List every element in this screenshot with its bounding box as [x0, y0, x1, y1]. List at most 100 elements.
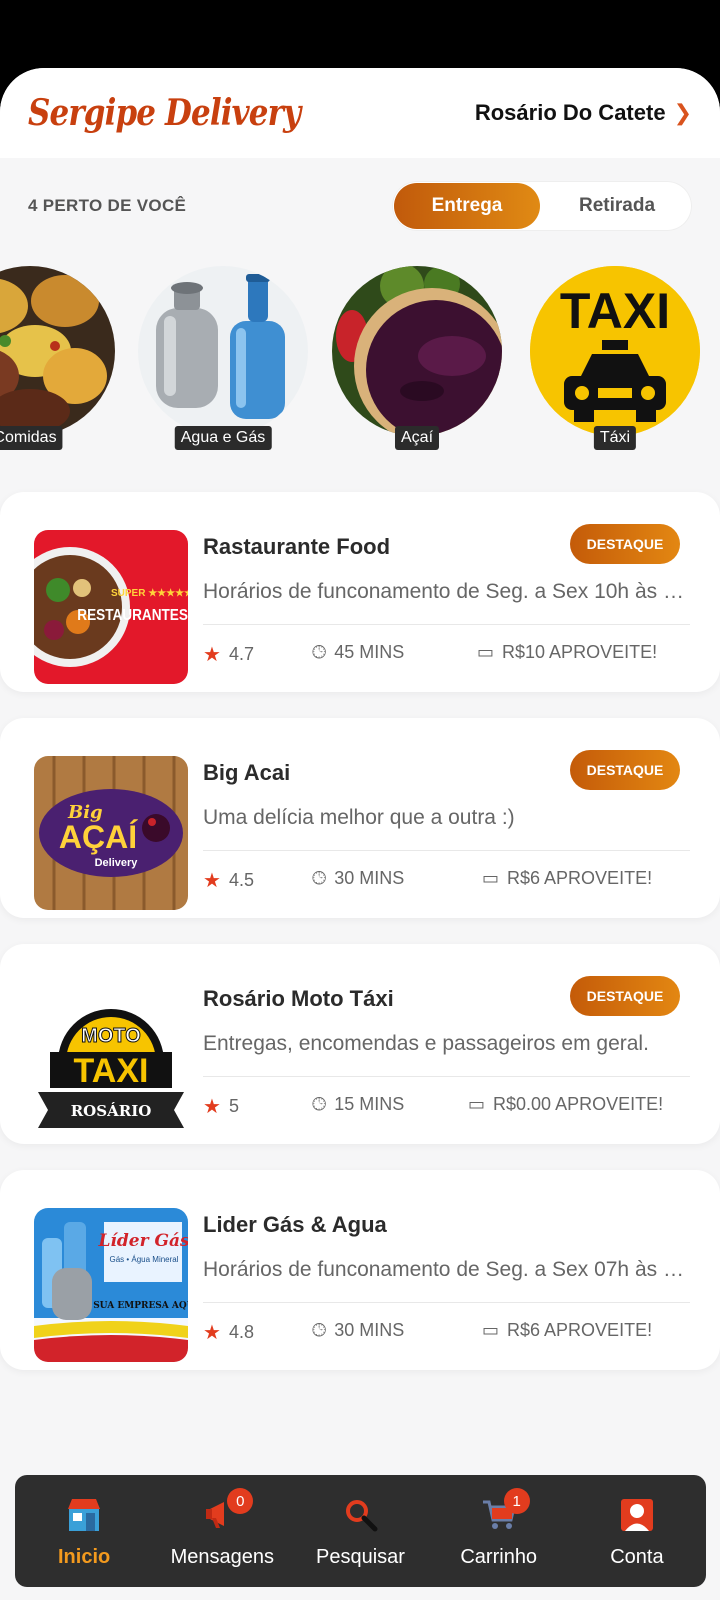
category-label: Agua e Gás: [174, 426, 272, 450]
store-promo: ▭ R$6 APROVEITE!: [482, 868, 652, 889]
featured-badge: DESTAQUE: [570, 750, 680, 790]
thumb-delivery: Delivery: [95, 857, 139, 869]
search-icon: [342, 1496, 380, 1534]
city-label: Rosário Do Catete: [474, 100, 666, 125]
store-description: Uma delícia melhor que a outra :): [203, 806, 515, 829]
category-acai[interactable]: Açaí: [332, 266, 502, 450]
store-name: Lider Gás & Agua: [203, 1212, 387, 1237]
thumb-lider: Líder Gás: [97, 1231, 188, 1251]
category-label: Táxi: [593, 426, 637, 450]
top-bar: Sergipe Delivery Rosário Do Catete ❯: [0, 68, 720, 158]
store-card[interactable]: MOTO TAXI ROSÁRIO Rosário Moto Táxi DEST…: [0, 944, 720, 1144]
category-taxi[interactable]: TAXI Táxi: [530, 266, 700, 450]
thumb-super: SUPER ★★★★★: [111, 588, 188, 599]
wallet-icon: ▭: [482, 1320, 500, 1340]
acai-image: [332, 266, 502, 436]
thumb-acai: AÇAÍ: [59, 819, 138, 855]
wallet-icon: ▭: [468, 1094, 486, 1114]
nav-mensagens[interactable]: 0 Mensagens: [153, 1475, 291, 1587]
store-promo: ▭ R$6 APROVEITE!: [482, 1320, 652, 1341]
store-time: 🕒︎ 30 MINS: [312, 1320, 404, 1341]
nav-label: Mensagens: [170, 1546, 274, 1568]
store-logo: MOTO TAXI ROSÁRIO: [34, 982, 188, 1136]
store-time: 🕒︎ 45 MINS: [312, 642, 404, 663]
thumb-taxi: TAXI: [74, 1052, 149, 1090]
rating-value: 5: [228, 1096, 239, 1116]
star-icon: ★: [203, 644, 221, 666]
store-description: Horários de funconamento de Seg. a Sex 1…: [203, 580, 689, 603]
rating-value: 4.5: [228, 870, 254, 890]
store-description: Horários de funconamento de Seg. a Sex 0…: [203, 1258, 689, 1281]
store-card[interactable]: Líder Gás Gás • Água Mineral SUA EMPRESA…: [0, 1170, 720, 1370]
store-name: Big Acai: [203, 760, 291, 785]
clock-icon: 🕒︎: [312, 868, 327, 888]
category-label: Comidas: [0, 426, 63, 450]
featured-badge: DESTAQUE: [570, 524, 680, 564]
notification-badge: 0: [227, 1488, 254, 1514]
nearby-count: 4 PERTO DE VOCÊ: [28, 196, 187, 215]
store-time: 🕒︎ 30 MINS: [312, 868, 404, 889]
nav-conta[interactable]: Conta: [568, 1475, 706, 1587]
store-promo: ▭ R$0.00 APROVEITE!: [468, 1094, 663, 1115]
nav-label: Inicio: [57, 1546, 111, 1568]
store-logo: Líder Gás Gás • Água Mineral SUA EMPRESA…: [34, 1208, 188, 1362]
category-label: Açaí: [394, 426, 440, 450]
thumb-gas-sub: Gás • Água Mineral: [109, 1255, 178, 1264]
nav-inicio[interactable]: Inicio: [15, 1475, 153, 1587]
wallet-icon: ▭: [482, 868, 500, 888]
thumb-rosario: ROSÁRIO: [71, 1102, 152, 1120]
category-agua-gas[interactable]: Agua e Gás: [138, 266, 308, 450]
promo-value: R$6 APROVEITE!: [507, 868, 653, 888]
store-name: Rosário Moto Táxi: [203, 986, 394, 1011]
nav-pesquisar[interactable]: Pesquisar: [291, 1475, 429, 1587]
cart-count-badge: 1: [503, 1488, 530, 1514]
taxi-word: TAXI: [560, 283, 670, 339]
time-value: 30 MINS: [334, 1320, 405, 1340]
nav-carrinho[interactable]: 1 Carrinho: [430, 1475, 568, 1587]
chevron-right-icon: ❯: [673, 100, 692, 125]
nav-label: Pesquisar: [316, 1546, 405, 1568]
store-description: Entregas, encomendas e passageiros em ge…: [203, 1032, 649, 1055]
bottom-nav: Inicio 0 Mensagens Pesquisar 1 Carrinho: [15, 1475, 706, 1587]
clock-icon: 🕒︎: [312, 642, 327, 662]
delivery-tab[interactable]: Entrega: [394, 183, 540, 229]
food-image: [0, 266, 115, 436]
star-icon: ★: [203, 870, 221, 892]
time-value: 15 MINS: [334, 1094, 405, 1114]
store-card[interactable]: Big AÇAÍ Delivery Big Acai DESTAQUE Uma …: [0, 718, 720, 918]
nav-label: Conta: [610, 1546, 664, 1568]
category-comidas[interactable]: Comidas: [0, 266, 115, 450]
category-carousel: Comidas Agua e Gás: [0, 254, 720, 484]
time-value: 45 MINS: [334, 642, 405, 662]
promo-value: R$0.00 APROVEITE!: [493, 1094, 664, 1114]
store-logo: Big AÇAÍ Delivery: [34, 756, 188, 910]
star-icon: ★: [203, 1096, 221, 1118]
divider: [203, 1076, 690, 1077]
rating-value: 4.7: [228, 644, 254, 664]
megaphone-icon: 0: [203, 1488, 254, 1534]
star-icon: ★: [203, 1322, 221, 1344]
user-icon: [618, 1496, 656, 1534]
rating-value: 4.8: [228, 1322, 254, 1342]
store-rating: ★ 4.5: [203, 868, 254, 893]
promo-value: R$10 APROVEITE!: [502, 642, 658, 662]
store-promo: ▭ R$10 APROVEITE!: [477, 642, 657, 663]
divider: [203, 850, 690, 851]
pickup-tab[interactable]: Retirada: [544, 183, 690, 229]
delivery-mode-toggle: Entrega Retirada: [392, 181, 692, 231]
store-card[interactable]: SUPER ★★★★★ RESTAURANTES Rastaurante Foo…: [0, 492, 720, 692]
clock-icon: 🕒︎: [312, 1094, 327, 1114]
brand-logo: Sergipe Delivery: [28, 92, 301, 134]
app-screen: Sergipe Delivery Rosário Do Catete ❯ 4 P…: [0, 68, 720, 1600]
store-rating: ★ 5: [203, 1094, 239, 1119]
store-rating: ★ 4.7: [203, 642, 254, 667]
divider: [203, 624, 690, 625]
city-selector[interactable]: Rosário Do Catete ❯: [475, 100, 692, 126]
store-time: 🕒︎ 15 MINS: [312, 1094, 404, 1115]
nav-label: Carrinho: [460, 1546, 538, 1568]
divider: [203, 1302, 690, 1303]
gas-water-image: [138, 266, 308, 436]
featured-badge: DESTAQUE: [570, 976, 680, 1016]
store-icon: [65, 1496, 103, 1534]
store-rating: ★ 4.8: [203, 1320, 254, 1345]
